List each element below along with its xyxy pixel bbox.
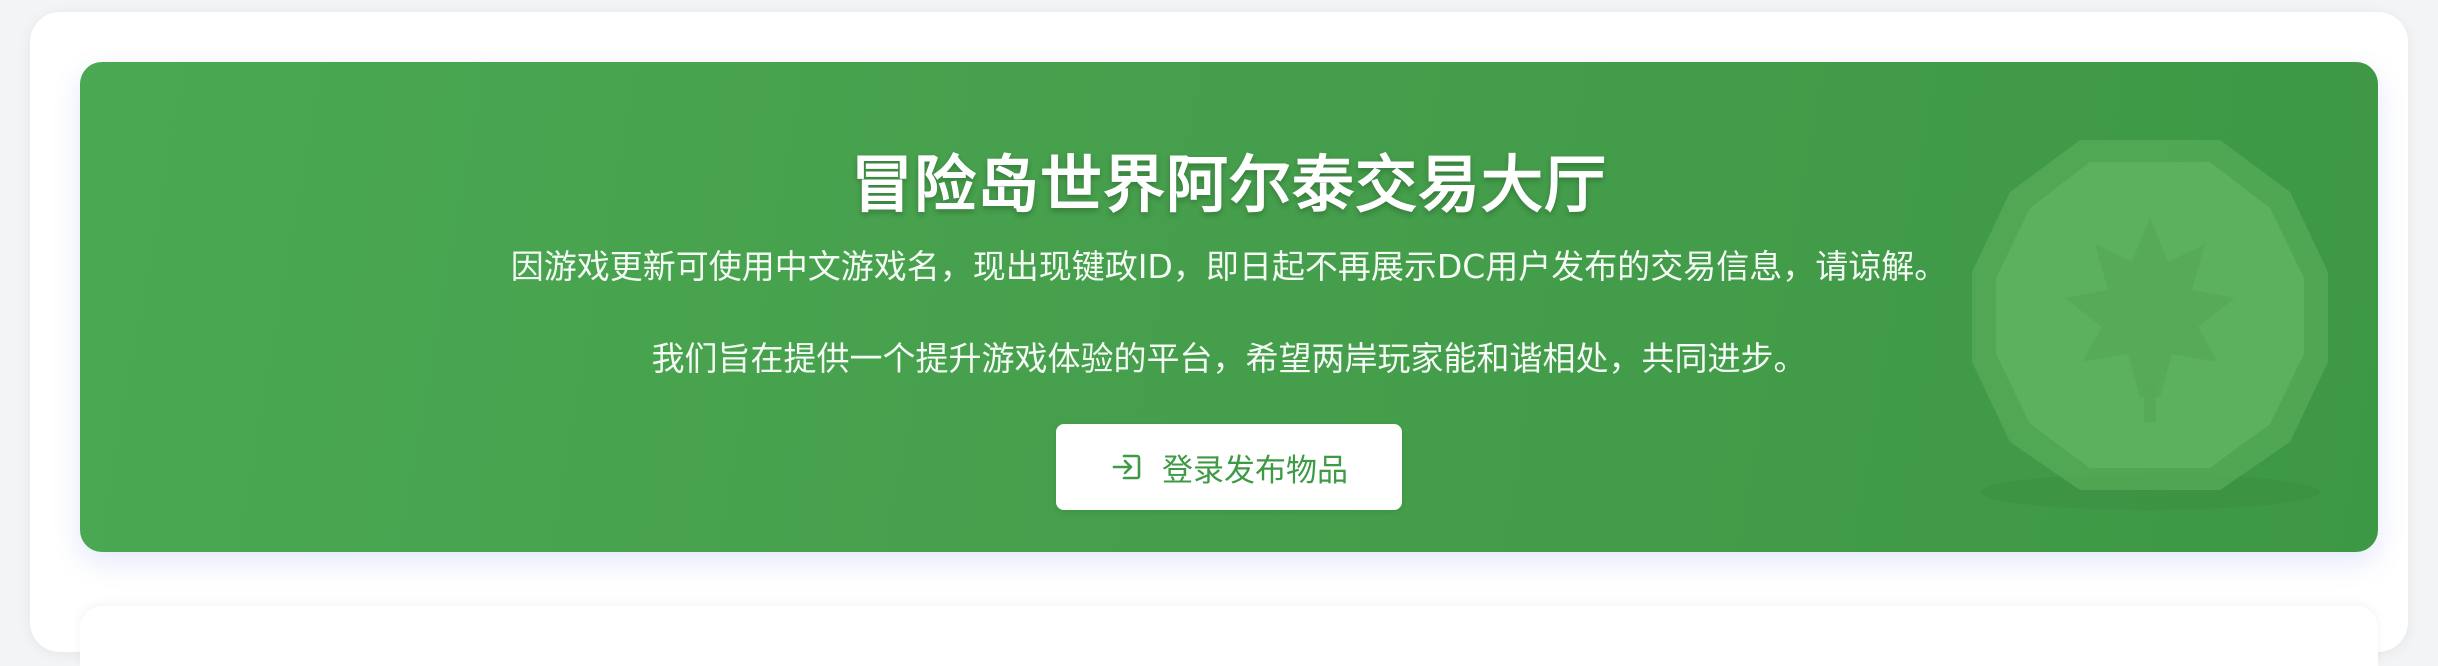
notice-text: 因游戏更新可使用中文游戏名，现出现键政ID，即日起不再展示DC用户发布的交易信息… [510,247,1948,286]
hero-banner: 冒险岛世界阿尔泰交易大厅 因游戏更新可使用中文游戏名，现出现键政ID，即日起不再… [80,62,2378,552]
mission-text: 我们旨在提供一个提升游戏体验的平台，希望两岸玩家能和谐相处，共同进步。 [651,339,1807,378]
content-card [80,606,2378,666]
login-post-item-button[interactable]: 登录发布物品 [1056,424,1402,510]
page-title: 冒险岛世界阿尔泰交易大厅 [850,148,1607,221]
login-icon [1110,450,1144,484]
login-button-label: 登录发布物品 [1162,452,1348,489]
